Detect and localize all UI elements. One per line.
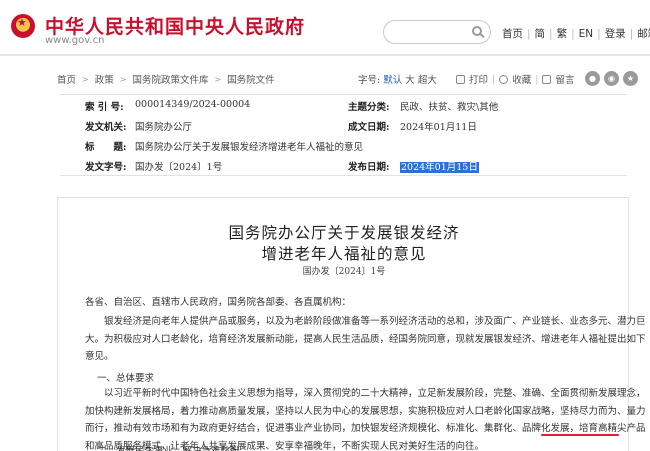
paragraph-line: 以习近平新时代中国特色社会主义思想为指导，深入贯彻党的二十大精神，立足新发展阶段…	[104, 388, 646, 399]
title-label: 标 题:	[85, 142, 127, 153]
paragraph-line: 意见。	[85, 351, 114, 362]
paragraph-line: 而行，推动有效市场和有为政府更好结合，促进事业产业协同，加快银发经济规模化、标准…	[85, 423, 646, 434]
breadcrumb-policy-library[interactable]: 国务院政策文件库	[132, 72, 208, 86]
meta-row: 发文字号: 国办发〔2024〕1号 发布日期: 2024年01月15日	[60, 155, 627, 175]
nav-divider: |	[571, 27, 575, 40]
nav-mail-link[interactable]: 邮箱	[637, 26, 650, 41]
document-number-value: 国办发〔2024〕1号	[135, 162, 223, 173]
written-date-value: 2024年01月11日	[400, 122, 477, 133]
header-divider	[0, 54, 650, 56]
site-header: 中华人民共和国中央人民政府 www.gov.cn 首页| 简| 繁| EN| 登…	[0, 0, 650, 54]
breadcrumb-bar: 首页 > 政策 > 国务院政策文件库 > 国务院文件 字号: 默认 大 超大 打印 |…	[0, 66, 650, 88]
section-heading: 二、发展民生事业，解决急难愁盼	[97, 443, 240, 451]
breadcrumb-separator-icon: >	[214, 74, 222, 84]
document-title-line2: 增进老年人福祉的意见	[261, 245, 427, 263]
nav-divider: |	[629, 27, 634, 40]
paragraph-line: 银发经济是向老年人提供产品或服务，以及为老龄阶段做准备等一系列经济活动的总和，涉…	[104, 316, 646, 327]
favorite-icon[interactable]	[499, 74, 509, 84]
section-heading: 一、总体要求	[97, 373, 155, 384]
addressee: 各省、自治区、直辖市人民政府，国务院各部委、各直属机构：	[85, 294, 615, 312]
nav-home-link[interactable]: 首页	[502, 26, 523, 41]
general-requirements-paragraph: 以习近平新时代中国特色社会主义思想为指导，深入贯彻党的二十大精神，立足新发展阶段…	[85, 385, 646, 451]
publish-date-value: 2024年01月15日	[400, 159, 479, 173]
document-number: 国办发〔2024〕1号	[302, 267, 386, 277]
print-link[interactable]: 打印	[469, 72, 488, 86]
breadcrumb-home[interactable]: 首页	[57, 72, 76, 86]
breadcrumb-separator-icon: >	[82, 74, 89, 84]
written-date-label: 成文日期:	[348, 122, 390, 133]
nav-traditional-link[interactable]: 繁	[557, 26, 568, 41]
wechat-icon[interactable]: ●	[585, 71, 600, 86]
publish-date-label: 发布日期:	[348, 162, 390, 173]
tools-divider: |	[535, 73, 539, 85]
issuing-agency-value: 国务院办公厅	[135, 122, 193, 133]
print-icon[interactable]	[456, 74, 465, 84]
document-body: 国务院办公厅关于发展银发经济 增进老年人福祉的意见 国办发〔2024〕1号 各省…	[57, 197, 646, 451]
site-url: www.gov.cn	[45, 35, 105, 46]
topic-category-value: 民政、扶贫、救灾\其他	[400, 102, 499, 113]
nav-english-link[interactable]: EN	[579, 28, 594, 40]
meta-row: 标 题: 国务院办公厅关于发展银发经济增进老年人福祉的意见	[60, 135, 627, 155]
share-buttons: ● ◉ ★	[585, 71, 638, 86]
paragraph-line: 大。为积极应对人口老龄化，培育经济发展新动能，提高人民生活品质，经国务院同意，现…	[85, 333, 646, 345]
index-number-value: 000014349/2024-00004	[135, 99, 251, 110]
tools-divider: |	[492, 73, 496, 85]
document-meta-table: 索 引 号: 000014349/2024-00004 主题分类: 民政、扶贫、…	[60, 94, 627, 176]
meta-row: 索 引 号: 000014349/2024-00004 主题分类: 民政、扶贫、…	[60, 95, 627, 115]
top-nav: 首页| 简| 繁| EN| 登录| 邮箱	[502, 26, 650, 41]
font-size-label: 字号:	[358, 75, 381, 86]
selected-text-highlight: 2024年01月15日	[400, 162, 479, 173]
index-number-label: 索 引 号:	[85, 102, 124, 113]
document-title-line1: 国务院办公厅关于发展银发经济	[228, 224, 460, 242]
nav-simplified-link[interactable]: 简	[535, 26, 546, 41]
topic-category-label: 主题分类:	[348, 102, 390, 113]
font-size-large[interactable]: 大	[405, 75, 415, 86]
red-underline-mark	[541, 434, 619, 436]
comment-link[interactable]: 留言	[555, 72, 574, 86]
qzone-icon[interactable]: ★	[623, 71, 638, 86]
favorite-link[interactable]: 收藏	[512, 72, 531, 86]
meta-row: 发文机关: 国务院办公厅 成文日期: 2024年01月11日	[60, 115, 627, 135]
addressee-line: 各省、自治区、直辖市人民政府，国务院各部委、各直属机构：	[85, 297, 352, 308]
paragraph-line: 加快构建新发展格局，着力推动高质量发展，坚持以人民为中心的发展思想，实施积极应对…	[85, 405, 646, 417]
search-icon[interactable]	[472, 26, 482, 36]
comment-icon[interactable]	[542, 74, 552, 84]
nav-divider: |	[549, 27, 553, 40]
issuing-agency-label: 发文机关:	[85, 122, 127, 133]
document-number-label: 发文字号:	[85, 162, 127, 173]
nav-divider: |	[527, 27, 531, 40]
search-input[interactable]	[383, 20, 491, 44]
doc-tools: 打印 | 收藏 | 留言	[456, 72, 574, 86]
weibo-icon[interactable]: ◉	[604, 71, 619, 86]
breadcrumb-state-council-docs[interactable]: 国务院文件	[227, 72, 275, 86]
breadcrumb-policy[interactable]: 政策	[95, 72, 114, 86]
title-value: 国务院办公厅关于发展银发经济增进老年人福祉的意见	[135, 142, 364, 153]
breadcrumb: 首页 > 政策 > 国务院政策文件库 > 国务院文件	[57, 72, 275, 87]
breadcrumb-separator-icon: >	[119, 74, 127, 84]
font-size-xlarge[interactable]: 超大	[418, 75, 437, 86]
nav-divider: |	[597, 27, 601, 40]
national-emblem-icon[interactable]	[11, 14, 35, 38]
nav-login-link[interactable]: 登录	[605, 26, 626, 41]
intro-paragraph: 银发经济是向老年人提供产品或服务，以及为老龄阶段做准备等一系列经济活动的总和，涉…	[85, 313, 646, 366]
font-size-default[interactable]: 默认	[383, 75, 402, 86]
font-size-switcher: 字号: 默认 大 超大	[358, 72, 437, 86]
